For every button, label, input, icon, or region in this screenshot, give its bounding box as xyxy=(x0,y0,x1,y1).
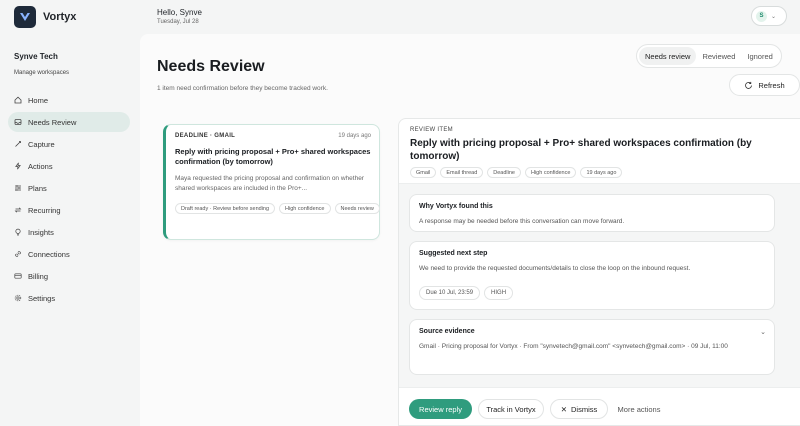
review-reply-button[interactable]: Review reply xyxy=(409,399,472,419)
sidebar-item-actions[interactable]: Actions xyxy=(8,156,130,176)
billing-icon xyxy=(14,273,22,279)
tab-needs-review[interactable]: Needs review xyxy=(639,47,697,65)
sidebar-item-label: Plans xyxy=(28,183,47,193)
connections-icon xyxy=(15,251,21,257)
page-subtitle: 1 item need confirmation before they bec… xyxy=(157,85,328,92)
dismiss-button[interactable]: ✕ Dismiss xyxy=(550,399,608,419)
sidebar-item-insights[interactable]: Insights xyxy=(8,222,130,242)
source-evidence-section[interactable]: Source evidence ⌄ Gmail · Pricing propos… xyxy=(409,319,775,375)
sidebar-item-connections[interactable]: Connections xyxy=(8,244,130,264)
refresh-icon xyxy=(745,81,753,89)
chevron-down-icon: ⌄ xyxy=(771,13,777,20)
plans-icon xyxy=(15,184,21,192)
detail-action-bar: Review reply Track in Vortyx ✕ Dismiss M… xyxy=(399,387,800,425)
sidebar-item-plans[interactable]: Plans xyxy=(8,178,130,198)
sidebar-item-label: Connections xyxy=(28,249,70,259)
section-text: We need to provide the requested documen… xyxy=(419,265,691,272)
sidebar-item-recurring[interactable]: Recurring xyxy=(8,200,130,220)
item-title: Reply with pricing proposal + Pro+ share… xyxy=(175,147,371,166)
capture-icon xyxy=(15,141,21,147)
close-icon: ✕ xyxy=(560,404,568,414)
tag-age: 19 days ago xyxy=(580,167,623,178)
vortyx-logo-icon[interactable] xyxy=(14,6,36,28)
recurring-icon xyxy=(14,207,22,213)
section-heading: Suggested next step xyxy=(419,250,488,257)
section-heading: Why Vortyx found this xyxy=(419,203,493,210)
sidebar-item-capture[interactable]: Capture xyxy=(8,134,130,154)
actions-icon xyxy=(15,162,21,170)
section-text: A response may be needed before this con… xyxy=(419,218,625,225)
refresh-button[interactable]: Refresh xyxy=(729,74,800,96)
due-date-badge: Due 10 Jul, 23:59 xyxy=(419,286,481,300)
item-age: 19 days ago xyxy=(338,133,371,139)
tab-ignored[interactable]: Ignored xyxy=(741,47,778,65)
detail-title: Reply with pricing proposal + Pro+ share… xyxy=(410,138,752,162)
sidebar-item-label: Billing xyxy=(28,271,49,281)
main-content: Needs Review 1 item need confirmation be… xyxy=(140,34,800,426)
item-source-kicker: DEADLINE · GMAIL xyxy=(175,133,236,139)
settings-icon xyxy=(14,294,22,302)
priority-badge: HIGH xyxy=(484,286,514,300)
dismiss-label: Dismiss xyxy=(571,404,598,414)
greeting: Hello, Synve xyxy=(157,8,202,17)
tag-status: Needs review xyxy=(334,203,380,214)
sidebar-item-label: Recurring xyxy=(28,205,61,215)
sidebar-item-label: Settings xyxy=(28,293,56,303)
review-detail-panel: REVIEW ITEM Reply with pricing proposal … xyxy=(398,118,800,426)
tab-reviewed[interactable]: Reviewed xyxy=(696,47,741,65)
current-date: Tuesday, Jul 28 xyxy=(157,19,199,25)
detail-tags: Gmail Email thread Deadline High confide… xyxy=(410,167,623,178)
track-button[interactable]: Track in Vortyx xyxy=(478,399,544,419)
sidebar-item-billing[interactable]: Billing xyxy=(8,266,130,286)
chevron-down-icon[interactable]: ⌄ xyxy=(760,328,766,336)
more-actions-button[interactable]: More actions xyxy=(614,399,664,419)
sidebar-nav: Home Needs Review Capture Actions Plans … xyxy=(8,90,130,310)
next-step-meta: Due 10 Jul, 23:59 HIGH xyxy=(419,286,514,300)
account-menu-button[interactable]: S ⌄ xyxy=(751,6,787,26)
sidebar-item-needs-review[interactable]: Needs Review xyxy=(8,112,130,132)
tag-source: Gmail xyxy=(410,167,437,178)
section-heading: Source evidence xyxy=(419,328,475,335)
item-tags: Draft ready · Review before sending High… xyxy=(175,203,380,214)
workspace-name: Synve Tech xyxy=(14,52,58,61)
sidebar-item-settings[interactable]: Settings xyxy=(8,288,130,308)
sidebar-item-home[interactable]: Home xyxy=(8,90,130,110)
item-description: Maya requested the pricing proposal and … xyxy=(175,175,364,192)
tag-confidence: High confidence xyxy=(524,167,577,178)
insights-icon xyxy=(15,228,21,236)
review-list-item[interactable]: DEADLINE · GMAIL 19 days ago Reply with … xyxy=(163,124,380,240)
why-found-section: Why Vortyx found this A response may be … xyxy=(409,194,775,232)
inbox-icon xyxy=(14,119,22,125)
manage-workspaces-link[interactable]: Manage workspaces xyxy=(14,70,69,76)
next-step-section: Suggested next step We need to provide t… xyxy=(409,241,775,310)
top-bar: Vortyx Hello, Synve Tuesday, Jul 28 S ⌄ xyxy=(0,0,800,34)
review-filter-tabs: Needs review Reviewed Ignored xyxy=(636,44,782,68)
detail-scroll-area[interactable]: Why Vortyx found this A response may be … xyxy=(399,183,800,387)
avatar: S xyxy=(756,10,767,22)
sidebar: Synve Tech Manage workspaces Home Needs … xyxy=(0,34,140,426)
detail-kicker: REVIEW ITEM xyxy=(410,127,453,133)
tag-confidence: High confidence xyxy=(279,203,331,214)
home-icon xyxy=(14,96,22,104)
sidebar-item-label: Insights xyxy=(28,227,54,237)
app-name: Vortyx xyxy=(43,11,77,23)
sidebar-item-label: Needs Review xyxy=(28,117,77,127)
tag-type: Email thread xyxy=(440,167,484,178)
section-text: Gmail · Pricing proposal for Vortyx · Fr… xyxy=(419,343,728,350)
tag-draft-ready: Draft ready · Review before sending xyxy=(175,203,276,214)
sidebar-item-label: Capture xyxy=(28,139,55,149)
refresh-label: Refresh xyxy=(758,80,785,90)
tag-category: Deadline xyxy=(487,167,521,178)
sidebar-item-label: Actions xyxy=(28,161,53,171)
page-title: Needs Review xyxy=(157,58,265,75)
sidebar-item-label: Home xyxy=(28,95,49,105)
